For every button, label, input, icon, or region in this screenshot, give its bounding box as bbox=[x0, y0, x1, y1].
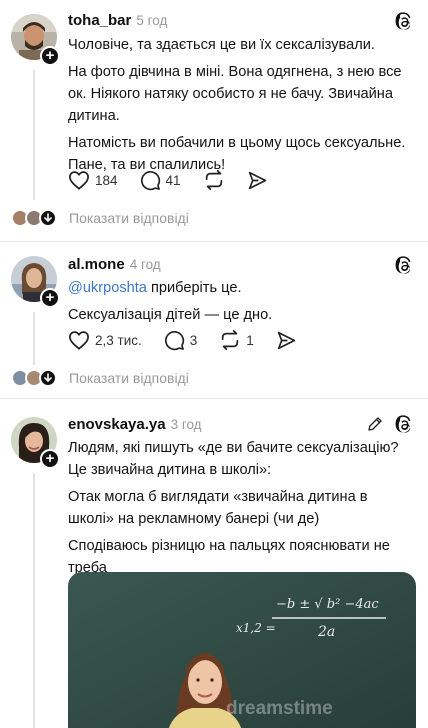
username[interactable]: al.mone 4 год bbox=[68, 256, 161, 273]
thread-line bbox=[33, 312, 35, 365]
post-text: @ukrposhta приберіть це. Сексуалізація д… bbox=[68, 277, 413, 331]
formula-top: −b ± √ b² −4ac bbox=[276, 597, 379, 612]
timestamp: 4 год bbox=[129, 257, 161, 272]
follow-plus-icon[interactable]: + bbox=[40, 46, 60, 66]
timestamp: 5 год bbox=[136, 13, 168, 28]
username[interactable]: enovskaya.ya 3 год bbox=[68, 416, 202, 433]
repost-button[interactable]: 1 bbox=[219, 329, 254, 351]
pencil-icon[interactable] bbox=[366, 415, 384, 433]
like-button[interactable]: 184 bbox=[68, 170, 118, 190]
paragraph: @ukrposhta приберіть це. bbox=[68, 280, 242, 296]
timestamp: 3 год bbox=[170, 417, 202, 432]
threads-icon[interactable] bbox=[394, 256, 414, 276]
threads-icon[interactable] bbox=[394, 415, 414, 435]
share-button[interactable] bbox=[276, 330, 297, 351]
repost-icon bbox=[205, 169, 222, 191]
formula-left: x1,2 = bbox=[236, 621, 276, 635]
username[interactable]: toha_bar 5 год bbox=[68, 12, 167, 29]
post-text: Людям, які пишуть «де ви бачите сексуалі… bbox=[68, 437, 413, 584]
mention-link[interactable]: @ukrposhta bbox=[68, 280, 147, 296]
action-bar: 2,3 тис. 3 1 bbox=[68, 328, 319, 352]
post-text: Чоловіче, та здається це ви їх сексалізу… bbox=[68, 34, 413, 181]
share-icon bbox=[248, 171, 266, 189]
comment-button[interactable]: 3 bbox=[164, 330, 198, 351]
chevron-down-icon bbox=[39, 369, 57, 387]
post-image[interactable]: x1,2 = −b ± √ b² −4ac 2a dreamstime bbox=[68, 572, 416, 728]
post-al-mone: + al.mone 4 год @ukrposhta приберіть це. … bbox=[0, 242, 428, 398]
reply-avatars bbox=[11, 368, 59, 388]
show-replies[interactable]: Показати відповіді bbox=[11, 367, 189, 389]
threads-icon[interactable] bbox=[394, 12, 414, 32]
show-replies-label: Показати відповіді bbox=[69, 370, 189, 386]
action-bar: 184 41 bbox=[68, 168, 290, 192]
show-replies-label: Показати відповіді bbox=[69, 210, 189, 226]
comment-count: 3 bbox=[189, 332, 198, 348]
thread-line bbox=[33, 70, 35, 200]
share-button[interactable] bbox=[247, 170, 268, 191]
follow-plus-icon[interactable]: + bbox=[40, 449, 60, 469]
comment-icon bbox=[140, 170, 160, 190]
comment-count: 41 bbox=[165, 172, 181, 188]
repost-count: 1 bbox=[246, 332, 254, 348]
paragraph: Чоловіче, та здається це ви їх сексалізу… bbox=[68, 37, 375, 53]
comment-icon bbox=[164, 330, 184, 350]
paragraph: На фото дівчина в міні. Вона одягнена, з… bbox=[68, 64, 402, 124]
like-count: 184 bbox=[95, 172, 118, 188]
paragraph: Отак могла б виглядати «звичайна дитина … bbox=[68, 489, 368, 527]
paragraph: Людям, які пишуть «де ви бачите сексуалі… bbox=[68, 440, 399, 478]
show-replies[interactable]: Показати відповіді bbox=[11, 207, 189, 229]
repost-icon bbox=[222, 329, 239, 351]
post-toha-bar: + toha_bar 5 год Чоловіче, та здається це… bbox=[0, 0, 428, 240]
chevron-down-icon bbox=[39, 209, 57, 227]
follow-plus-icon[interactable]: + bbox=[40, 288, 60, 308]
heart-icon bbox=[69, 171, 89, 190]
repost-button[interactable] bbox=[203, 169, 225, 191]
comment-button[interactable]: 41 bbox=[140, 170, 181, 191]
like-button[interactable]: 2,3 тис. bbox=[68, 330, 142, 350]
like-count: 2,3 тис. bbox=[95, 332, 142, 348]
reply-avatars bbox=[11, 208, 59, 228]
formula-bottom: 2a bbox=[317, 624, 335, 640]
heart-icon bbox=[69, 331, 89, 350]
share-icon bbox=[277, 331, 295, 349]
watermark: dreamstime bbox=[226, 698, 333, 719]
paragraph: Сексуалізація дітей — це дно. bbox=[68, 307, 273, 323]
thread-line bbox=[33, 473, 35, 728]
